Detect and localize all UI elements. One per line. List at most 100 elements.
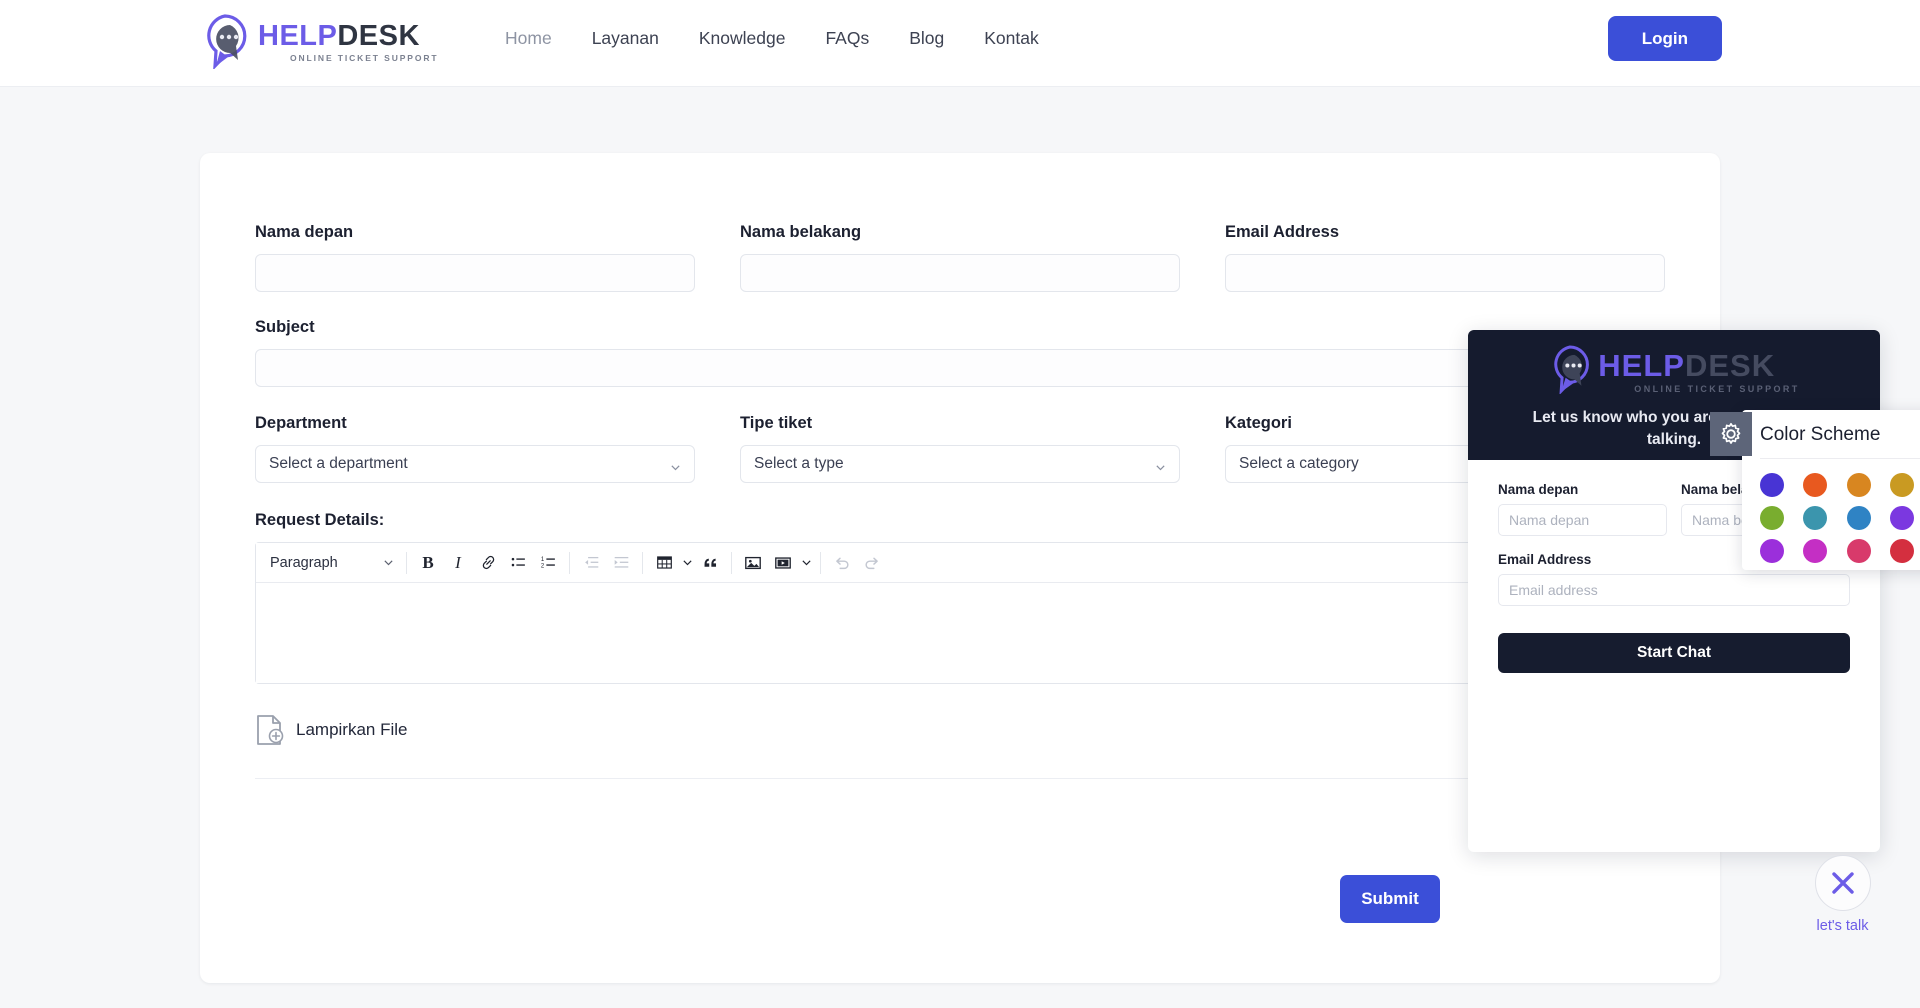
ticket-form: Nama depan Nama belakang Email Address S… (255, 223, 1665, 779)
color-scheme-settings-button[interactable] (1710, 412, 1752, 456)
nav-item-faqs[interactable]: FAQs (825, 28, 869, 49)
subject-label: Subject (255, 318, 315, 336)
logo-text-help: HELP (258, 19, 338, 52)
color-swatch[interactable] (1760, 473, 1784, 497)
block-format-value: Paragraph (270, 554, 338, 571)
nav-item-kontak[interactable]: Kontak (984, 28, 1038, 49)
numbered-list-icon[interactable]: 1 2 (533, 549, 563, 577)
outdent-icon[interactable] (576, 549, 606, 577)
color-swatch[interactable] (1846, 539, 1871, 563)
color-swatch[interactable] (1889, 473, 1914, 497)
color-swatch[interactable] (1889, 506, 1914, 530)
category-selected-value: Select a category (1239, 455, 1359, 472)
subject-input[interactable] (255, 349, 1665, 387)
nav-item-home[interactable]: Home (505, 28, 552, 49)
editor-toolbar: Paragraph B I 1 2 (256, 543, 1664, 583)
first-name-input[interactable] (255, 254, 695, 292)
redo-icon[interactable] (857, 549, 887, 577)
email-label: Email Address (1225, 223, 1340, 241)
chat-email-input[interactable] (1498, 574, 1850, 606)
file-plus-icon (257, 715, 284, 745)
bullet-list-icon[interactable] (503, 549, 533, 577)
department-label: Department (255, 414, 347, 432)
chat-bubble-icon (1548, 344, 1592, 395)
undo-icon[interactable] (827, 549, 857, 577)
close-x-icon (1831, 872, 1854, 894)
svg-text:1: 1 (540, 557, 544, 563)
attach-file-button[interactable]: Lampirkan File (255, 714, 1665, 746)
color-swatch[interactable] (1803, 539, 1828, 563)
video-icon[interactable] (768, 549, 798, 577)
logo-text-desk: DESK (337, 19, 420, 52)
chat-bubble-icon (200, 13, 250, 71)
gear-icon (1721, 422, 1741, 444)
toolbar-divider (569, 551, 570, 574)
ticket-type-select[interactable]: Select a type (740, 445, 1180, 483)
color-scheme-grid (1742, 459, 1920, 577)
color-swatch[interactable] (1846, 473, 1871, 497)
site-header: HELPDESK ONLINE TICKET SUPPORT Home Laya… (0, 0, 1920, 87)
department-field: Department Select a department (255, 414, 695, 483)
chat-first-name-field: Nama depan (1498, 482, 1667, 536)
chat-widget-logo: HELPDESK ONLINE TICKET SUPPORT (1548, 344, 1799, 395)
form-divider (255, 778, 1665, 779)
color-scheme-panel: Color Scheme (1742, 410, 1920, 570)
editor-content-area[interactable] (256, 583, 1664, 683)
table-icon[interactable] (649, 549, 679, 577)
nav-item-knowledge[interactable]: Knowledge (699, 28, 786, 49)
table-options-chevron-icon[interactable] (679, 549, 695, 577)
email-field: Email Address (1225, 223, 1665, 292)
last-name-input[interactable] (740, 254, 1180, 292)
logo-wordmark: HELPDESK ONLINE TICKET SUPPORT (258, 19, 439, 63)
color-swatch[interactable] (1889, 539, 1914, 563)
nav-item-layanan[interactable]: Layanan (592, 28, 659, 49)
color-scheme-title: Color Scheme (1760, 424, 1881, 445)
color-swatch[interactable] (1803, 473, 1828, 497)
chat-first-name-input[interactable] (1498, 504, 1667, 536)
last-name-field: Nama belakang (740, 223, 1180, 292)
attach-file-label: Lampirkan File (296, 720, 408, 739)
toolbar-divider (642, 551, 643, 574)
logo-tagline: ONLINE TICKET SUPPORT (290, 52, 439, 63)
site-logo[interactable]: HELPDESK ONLINE TICKET SUPPORT (200, 13, 439, 71)
rich-text-editor: Paragraph B I 1 2 (255, 542, 1665, 684)
block-format-select[interactable]: Paragraph (262, 549, 400, 577)
chat-launcher: let's talk (1785, 855, 1900, 934)
italic-icon[interactable]: I (443, 549, 473, 577)
indent-icon[interactable] (606, 549, 636, 577)
chat-logo-text-help: HELP (1598, 348, 1685, 383)
video-options-chevron-icon[interactable] (798, 549, 814, 577)
chevron-down-icon (384, 560, 393, 566)
link-icon[interactable] (473, 549, 503, 577)
color-swatch[interactable] (1846, 506, 1871, 530)
toolbar-divider (406, 551, 407, 574)
blockquote-icon[interactable] (695, 549, 725, 577)
chat-logo-tagline: ONLINE TICKET SUPPORT (1634, 384, 1800, 394)
department-selected-value: Select a department (269, 455, 408, 472)
ticket-type-label: Tipe tiket (740, 414, 813, 432)
nav-item-blog[interactable]: Blog (909, 28, 944, 49)
department-select[interactable]: Select a department (255, 445, 695, 483)
color-swatch[interactable] (1803, 506, 1828, 530)
chat-logo-wordmark: HELPDESK ONLINE TICKET SUPPORT (1598, 350, 1799, 394)
color-swatch[interactable] (1760, 539, 1784, 563)
select-row: Department Select a department Tipe tike… (255, 414, 1665, 483)
login-button[interactable]: Login (1607, 16, 1722, 61)
color-swatch[interactable] (1760, 506, 1784, 530)
ticket-type-selected-value: Select a type (754, 455, 844, 472)
start-chat-button[interactable]: Start Chat (1498, 633, 1850, 673)
bold-icon[interactable]: B (413, 549, 443, 577)
submit-button[interactable]: Submit (1340, 875, 1440, 923)
name-email-row: Nama depan Nama belakang Email Address (255, 223, 1665, 292)
subject-field: Subject (255, 318, 1665, 387)
email-input[interactable] (1225, 254, 1665, 292)
chat-close-button[interactable] (1814, 855, 1871, 911)
toolbar-divider (820, 551, 821, 574)
toolbar-divider (731, 551, 732, 574)
first-name-field: Nama depan (255, 223, 695, 292)
svg-text:2: 2 (540, 564, 543, 570)
first-name-label: Nama depan (255, 223, 354, 241)
image-icon[interactable] (738, 549, 768, 577)
last-name-label: Nama belakang (740, 223, 862, 241)
chat-first-name-label: Nama depan (1498, 482, 1579, 497)
